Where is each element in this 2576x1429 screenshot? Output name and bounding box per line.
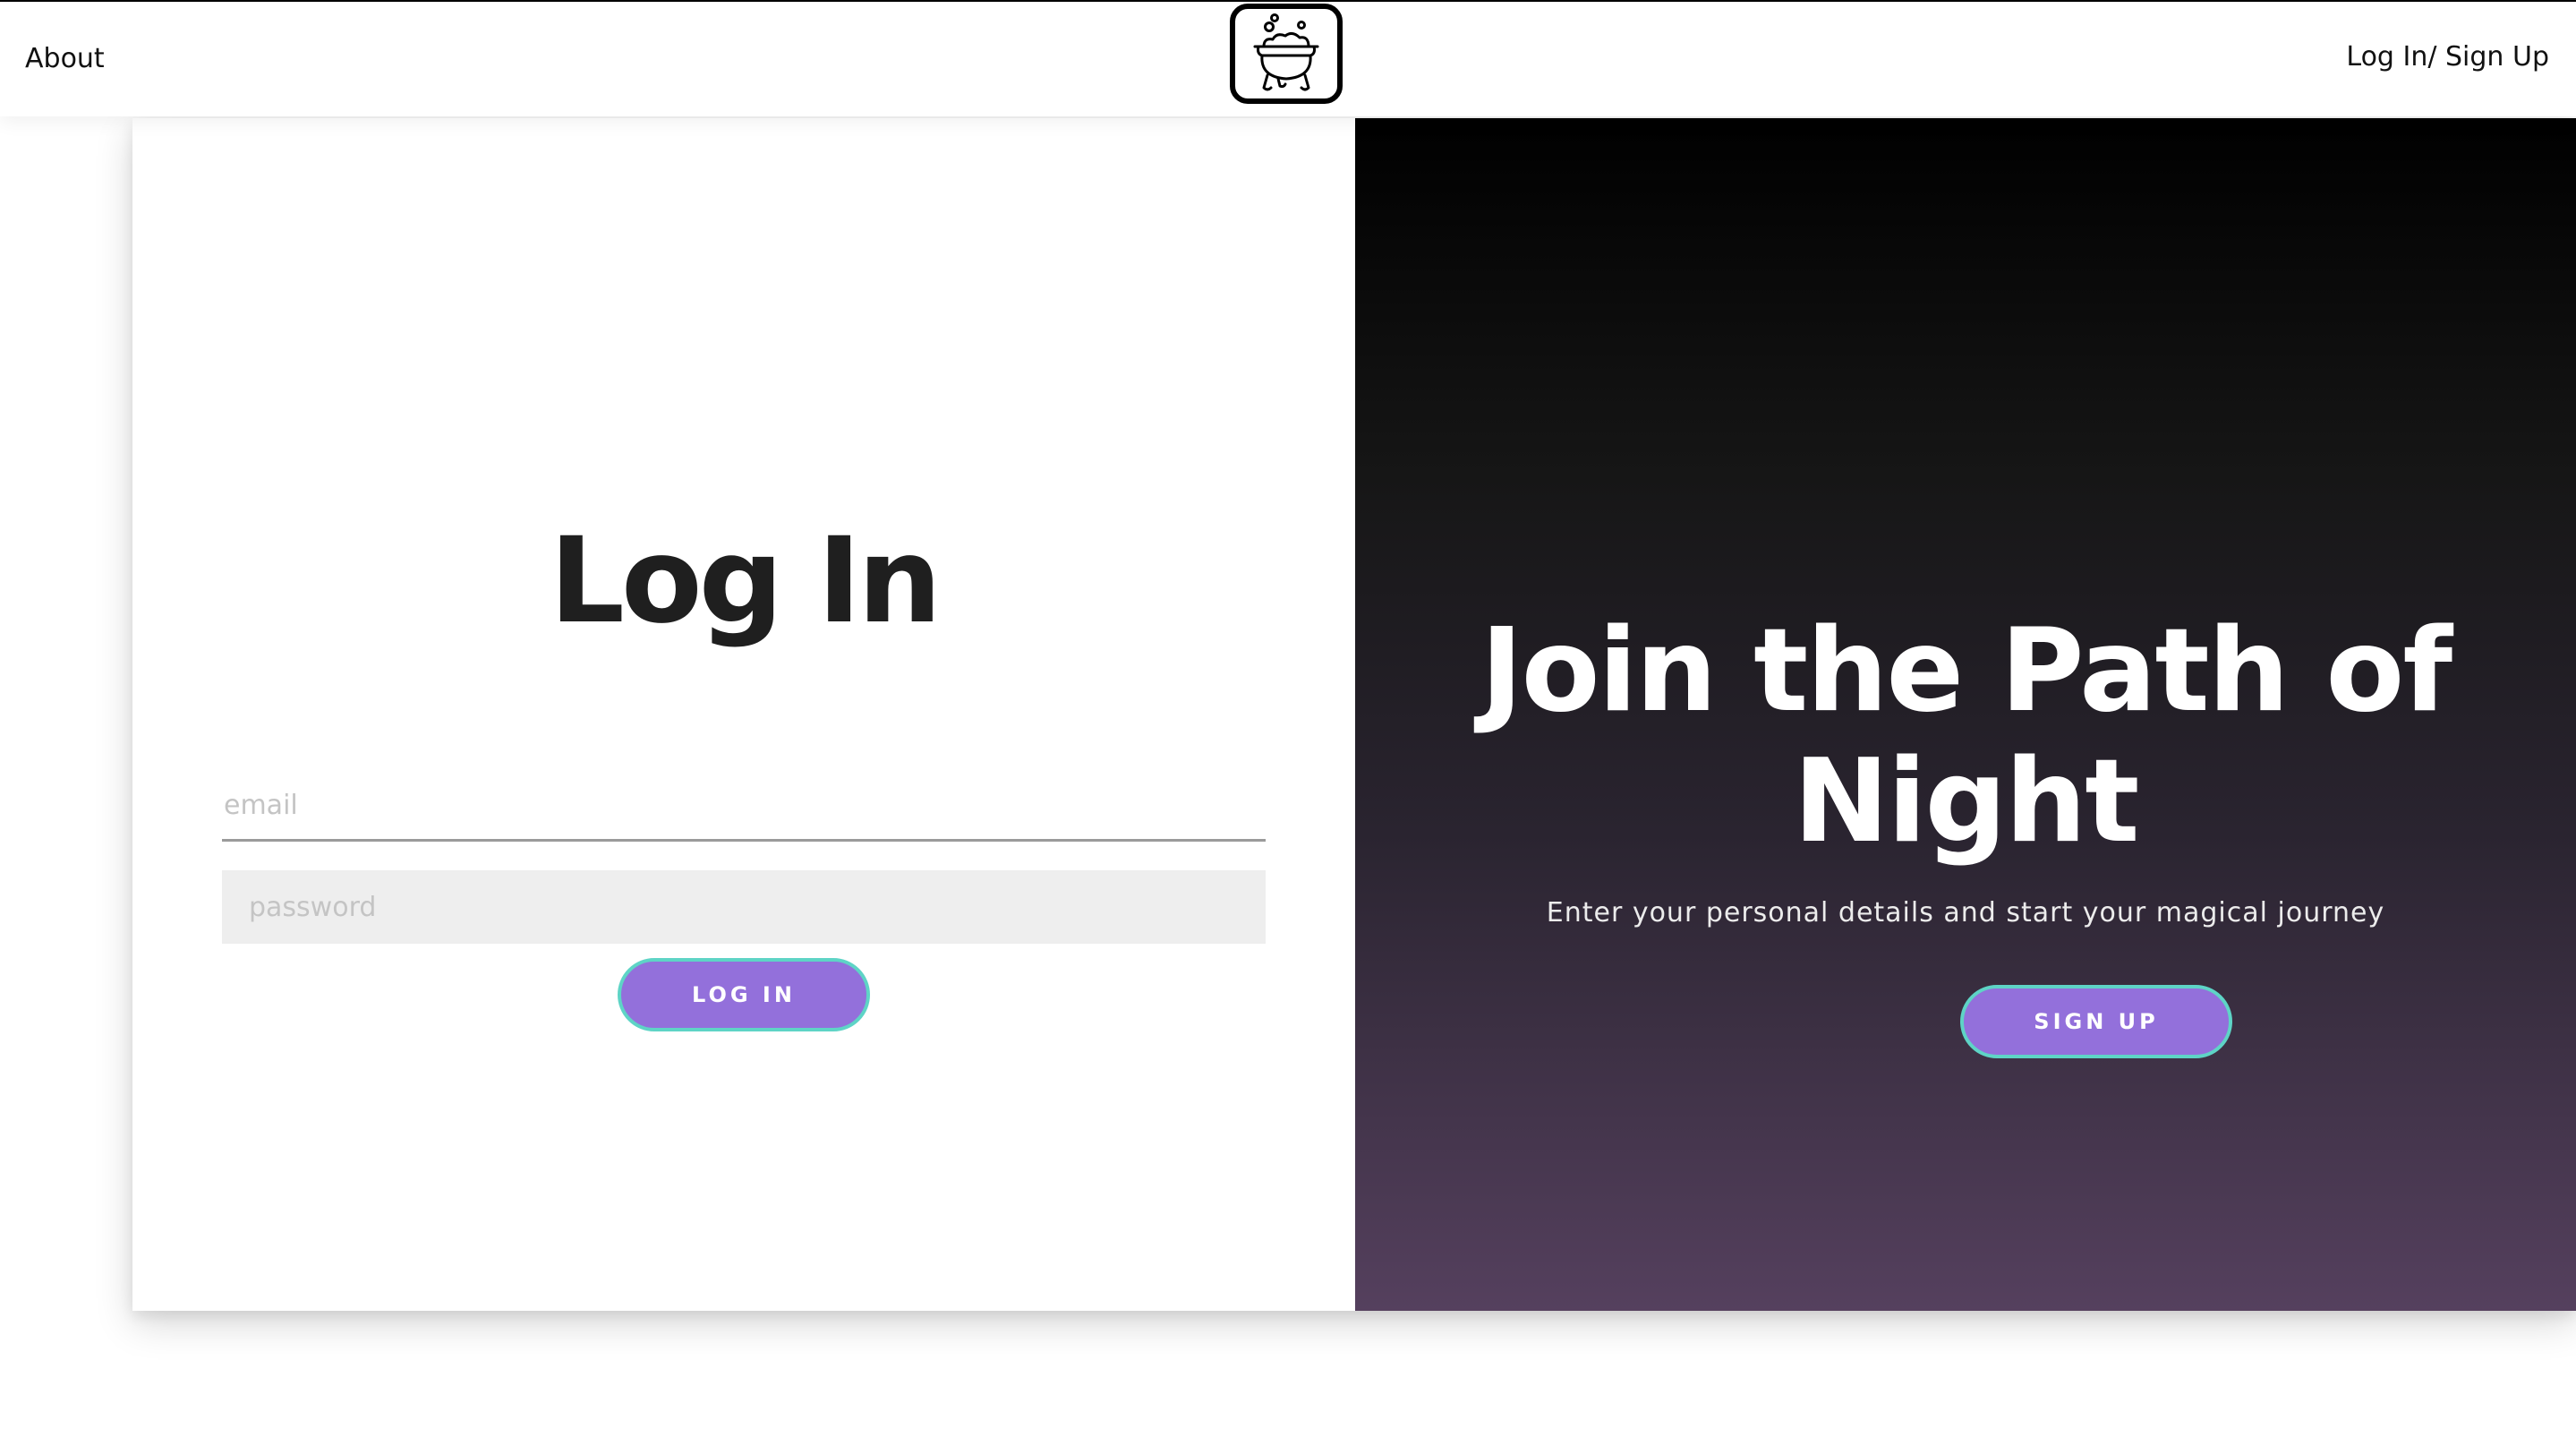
- signup-button[interactable]: SIGN UP: [1960, 985, 2232, 1058]
- password-field[interactable]: [222, 870, 1266, 944]
- login-title: Log In: [549, 512, 942, 650]
- nav-about-link[interactable]: About: [25, 43, 105, 74]
- login-panel: Log In LOG IN: [132, 118, 1355, 1311]
- auth-card: Log In LOG IN Join the Path of Night Ent…: [132, 118, 2576, 1311]
- cauldron-icon: [1253, 13, 1319, 91]
- signup-subtitle: Enter your personal details and start yo…: [1546, 897, 2385, 928]
- site-header: About Log In/ Sign Up: [0, 2, 2576, 116]
- logo[interactable]: [1230, 4, 1343, 104]
- signup-title: Join the Path of Night: [1480, 604, 2452, 869]
- nav-login-signup-link[interactable]: Log In/ Sign Up: [2346, 41, 2549, 73]
- email-field[interactable]: [222, 772, 1266, 842]
- signup-panel: Join the Path of Night Enter your person…: [1355, 118, 2576, 1311]
- login-button[interactable]: LOG IN: [618, 958, 870, 1031]
